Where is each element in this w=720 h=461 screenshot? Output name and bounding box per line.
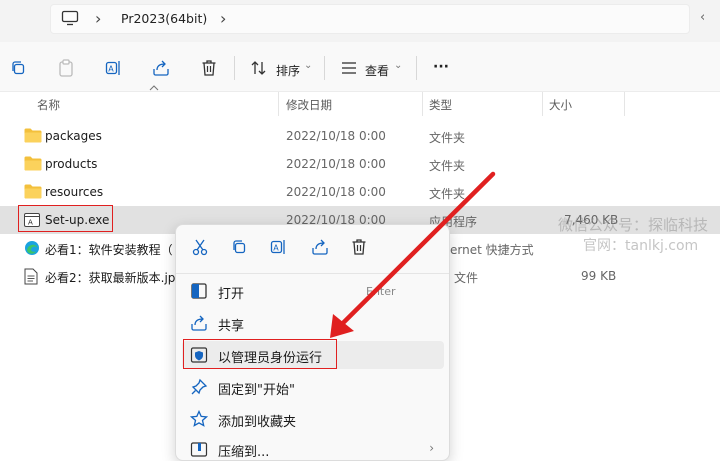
annotation-arrow bbox=[330, 171, 496, 338]
